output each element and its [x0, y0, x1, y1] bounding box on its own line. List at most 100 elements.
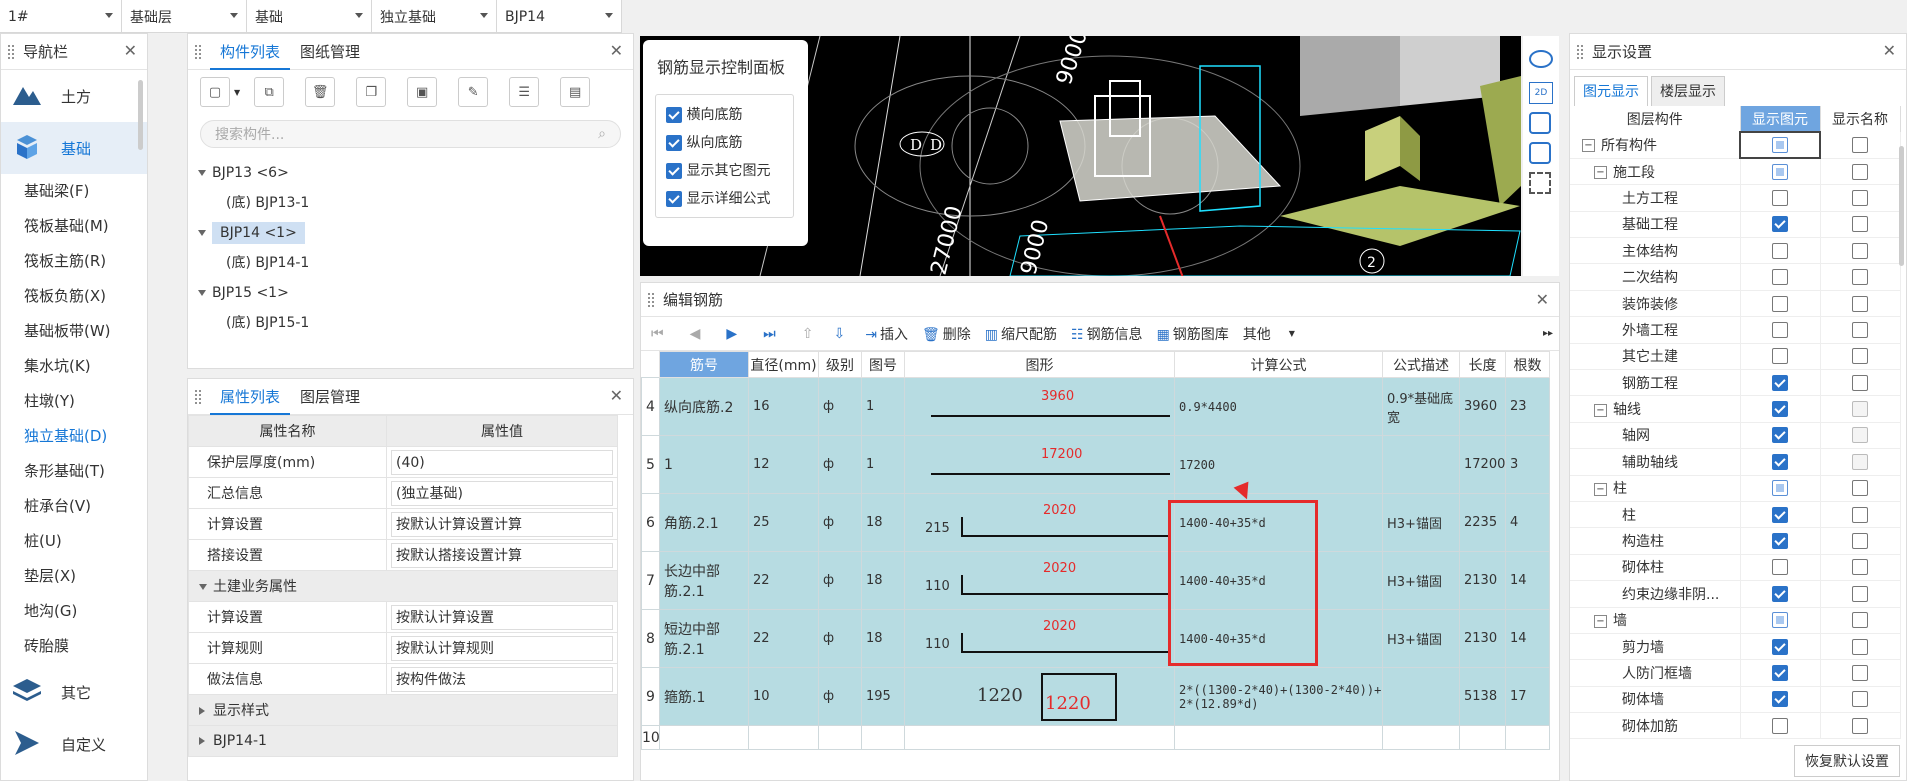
toolbar-button[interactable]: ▦ 钢筋图库 [1157, 324, 1229, 344]
rebar-name[interactable]: 短边中部筋.2.1 [659, 609, 749, 668]
show-name-cell[interactable] [1820, 527, 1901, 555]
cube-view-icon[interactable] [1529, 142, 1551, 164]
nav-scrollbar[interactable] [138, 80, 143, 150]
checkbox[interactable] [1772, 533, 1788, 550]
column-header[interactable]: 级别 [818, 351, 862, 378]
show-element-cell[interactable] [1740, 184, 1821, 212]
show-name-cell[interactable] [1820, 316, 1901, 344]
property-group[interactable]: BJP14-1 [188, 725, 618, 757]
layer-row[interactable]: 轴网 [1570, 422, 1901, 450]
tree-child[interactable]: (底) BJP14-1 [188, 248, 633, 278]
first-icon[interactable]: ⏮ [651, 326, 664, 342]
show-element-cell[interactable] [1740, 580, 1821, 608]
tab-component-list[interactable]: 构件列表 [210, 34, 291, 70]
column-header[interactable]: 根数 [1505, 351, 1550, 378]
checkbox[interactable] [1772, 638, 1788, 655]
property-value[interactable]: 按构件做法 [386, 663, 618, 695]
formula-description[interactable]: 0.9*基础底宽 [1382, 377, 1460, 436]
layer-row[interactable]: 人防门框墙 [1570, 659, 1901, 687]
figure-no[interactable]: 195 [861, 667, 905, 726]
chevron-down-icon[interactable] [230, 13, 238, 18]
layer-row[interactable]: 砌体柱 [1570, 554, 1901, 582]
grade[interactable]: ф [818, 377, 862, 436]
formula[interactable]: 17200 [1174, 435, 1383, 494]
checkbox[interactable] [1852, 269, 1868, 286]
show-name-cell[interactable] [1820, 343, 1901, 371]
layer-row[interactable]: − 所有构件 [1570, 130, 1901, 160]
dropdown-2[interactable]: 基础 [247, 0, 372, 33]
nav-subitem[interactable]: 条形基础(T) [1, 454, 147, 489]
count[interactable]: 4 [1505, 493, 1550, 552]
formula[interactable]: 2*((1300-2*40)+(1300-2*40))+2*(12.89*d) [1174, 667, 1383, 726]
shape-cell[interactable]: 1220 1220 [904, 667, 1175, 726]
show-element-cell[interactable] [1740, 290, 1821, 318]
checkbox[interactable] [1772, 269, 1788, 286]
show-element-cell[interactable] [1740, 712, 1821, 740]
checkbox[interactable] [1852, 453, 1868, 470]
toolbar-button[interactable]: 其他 [1243, 324, 1271, 344]
drag-grip-icon[interactable] [647, 291, 655, 308]
show-name-cell[interactable] [1820, 422, 1901, 450]
new-component-icon[interactable]: ▢ [200, 77, 230, 107]
show-element-cell[interactable] [1740, 395, 1821, 423]
close-icon[interactable]: ✕ [124, 43, 137, 59]
expand-icon[interactable] [199, 737, 205, 745]
show-element-cell[interactable] [1740, 633, 1821, 661]
formula-description[interactable] [1382, 667, 1460, 726]
show-element-cell[interactable] [1740, 475, 1821, 502]
collapse-icon[interactable] [198, 290, 206, 296]
empty-cell[interactable] [1382, 725, 1460, 750]
grade[interactable]: ф [818, 667, 862, 726]
nav-subitem[interactable]: 桩承台(V) [1, 489, 147, 524]
show-element-cell[interactable] [1740, 422, 1821, 450]
empty-cell[interactable] [748, 725, 819, 750]
show-element-cell[interactable] [1739, 130, 1821, 160]
checkbox[interactable] [1852, 216, 1868, 233]
toolbar-button[interactable]: ▥ 缩尺配筋 [985, 324, 1057, 344]
chevron-down-icon[interactable] [355, 13, 363, 18]
shape-cell[interactable]: 110 2020 [904, 551, 1175, 610]
empty-cell[interactable] [861, 725, 905, 750]
checkbox[interactable] [1772, 585, 1788, 602]
checkbox[interactable] [1772, 242, 1788, 259]
checkbox[interactable] [1852, 374, 1868, 391]
diameter[interactable]: 12 [748, 435, 819, 494]
expand-toolbar-icon[interactable]: ▸▸ [1543, 328, 1553, 339]
nav-subitem[interactable]: 筏板主筋(R) [1, 244, 147, 279]
show-element-cell[interactable] [1740, 343, 1821, 371]
nav-item-1[interactable]: 基础 [1, 122, 147, 174]
show-name-cell[interactable] [1820, 263, 1901, 291]
property-group[interactable]: 土建业务属性 [188, 570, 618, 602]
checkbox[interactable] [1772, 163, 1788, 180]
2d-view-icon[interactable]: 2D [1529, 82, 1553, 104]
property-value[interactable]: 按默认计算规则 [386, 632, 618, 664]
figure-no[interactable]: 18 [861, 551, 905, 610]
show-name-cell[interactable] [1820, 132, 1901, 159]
duplicate-icon[interactable]: ❐ [356, 77, 387, 107]
show-name-cell[interactable] [1820, 211, 1901, 239]
table-row[interactable]: 5 1 12 ф 1 17200 17200 17200 3 [641, 435, 1550, 494]
collapse-icon[interactable] [198, 170, 206, 176]
nav-subitem[interactable]: 筏板基础(M) [1, 209, 147, 244]
checkbox[interactable] [1772, 427, 1788, 444]
checkbox[interactable] [1772, 559, 1788, 576]
diameter[interactable]: 22 [748, 609, 819, 668]
copy-icon[interactable]: ⧉ [254, 77, 285, 107]
property-value[interactable]: (40) [386, 446, 618, 478]
show-name-cell[interactable] [1820, 712, 1901, 740]
close-icon[interactable]: ✕ [1883, 43, 1896, 59]
checkbox[interactable] [1772, 374, 1788, 391]
column-header[interactable]: 图形 [904, 351, 1175, 378]
show-name-cell[interactable] [1820, 580, 1901, 608]
grade[interactable]: ф [818, 493, 862, 552]
show-element-cell[interactable] [1740, 527, 1821, 555]
checkbox[interactable] [1772, 717, 1788, 734]
show-element-cell[interactable] [1740, 554, 1821, 582]
nav-bottom-item[interactable]: 其它 [1, 666, 147, 718]
chevron-down-icon[interactable] [480, 13, 488, 18]
delete-icon[interactable]: 🗑 [305, 77, 336, 107]
empty-cell[interactable] [1459, 725, 1506, 750]
column-header[interactable]: 直径(mm) [748, 351, 819, 378]
layer-row[interactable]: − 墙 [1570, 607, 1901, 634]
show-name-cell[interactable] [1820, 659, 1901, 687]
